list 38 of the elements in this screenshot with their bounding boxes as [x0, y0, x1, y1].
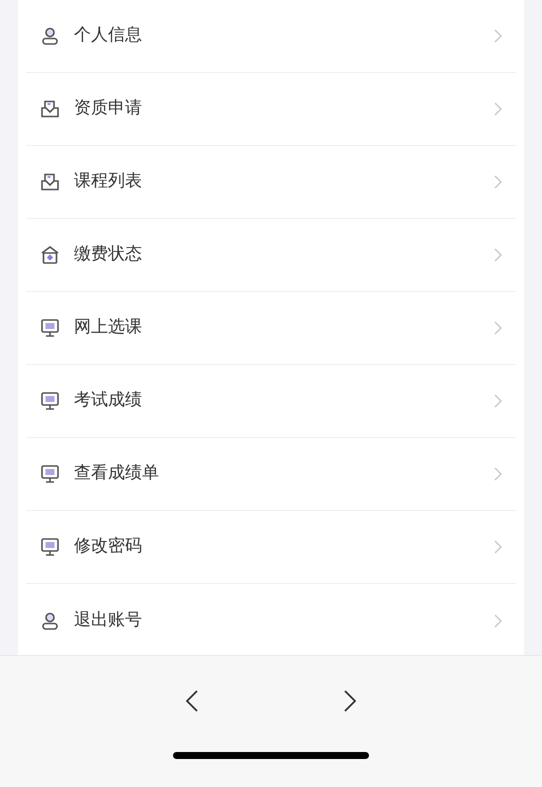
menu-label: 资质申请: [74, 97, 142, 120]
menu-label: 个人信息: [74, 24, 142, 48]
chevron-left-icon: [186, 690, 198, 712]
house-icon: [40, 245, 60, 265]
monitor-icon: [40, 464, 60, 484]
monitor-icon: [40, 537, 60, 557]
menu-label: 考试成绩: [74, 389, 142, 412]
menu-label: 查看成绩单: [74, 462, 159, 486]
person-icon: [40, 610, 60, 630]
chevron-right-icon: [344, 690, 356, 712]
chevron-right-icon: [494, 102, 502, 116]
inbox-icon: [40, 172, 60, 192]
chevron-right-icon: [494, 540, 502, 554]
person-icon: [40, 26, 60, 46]
chevron-right-icon: [494, 175, 502, 189]
menu-label: 网上选课: [74, 316, 142, 340]
menu-item[interactable]: 修改密码: [26, 511, 516, 584]
menu-label: 修改密码: [74, 535, 142, 558]
menu-item[interactable]: 资质申请: [26, 73, 516, 146]
menu-item[interactable]: 课程列表: [26, 146, 516, 219]
menu-item[interactable]: 网上选课: [26, 292, 516, 365]
menu-item[interactable]: 考试成绩: [26, 365, 516, 438]
chevron-right-icon: [494, 321, 502, 335]
menu-item[interactable]: 退出账号: [26, 584, 516, 655]
chevron-right-icon: [494, 467, 502, 481]
monitor-icon: [40, 391, 60, 411]
inbox-icon: [40, 99, 60, 119]
menu-item[interactable]: 查看成绩单: [26, 438, 516, 511]
monitor-icon: [40, 318, 60, 338]
chevron-right-icon: [494, 394, 502, 408]
chevron-right-icon: [494, 614, 502, 628]
chevron-right-icon: [494, 248, 502, 262]
menu-label: 缴费状态: [74, 243, 142, 266]
menu-label: 课程列表: [74, 170, 142, 194]
chevron-right-icon: [494, 29, 502, 43]
menu-item[interactable]: 个人信息: [26, 0, 516, 73]
menu-label: 退出账号: [74, 608, 142, 632]
menu-item[interactable]: 缴费状态: [26, 219, 516, 292]
